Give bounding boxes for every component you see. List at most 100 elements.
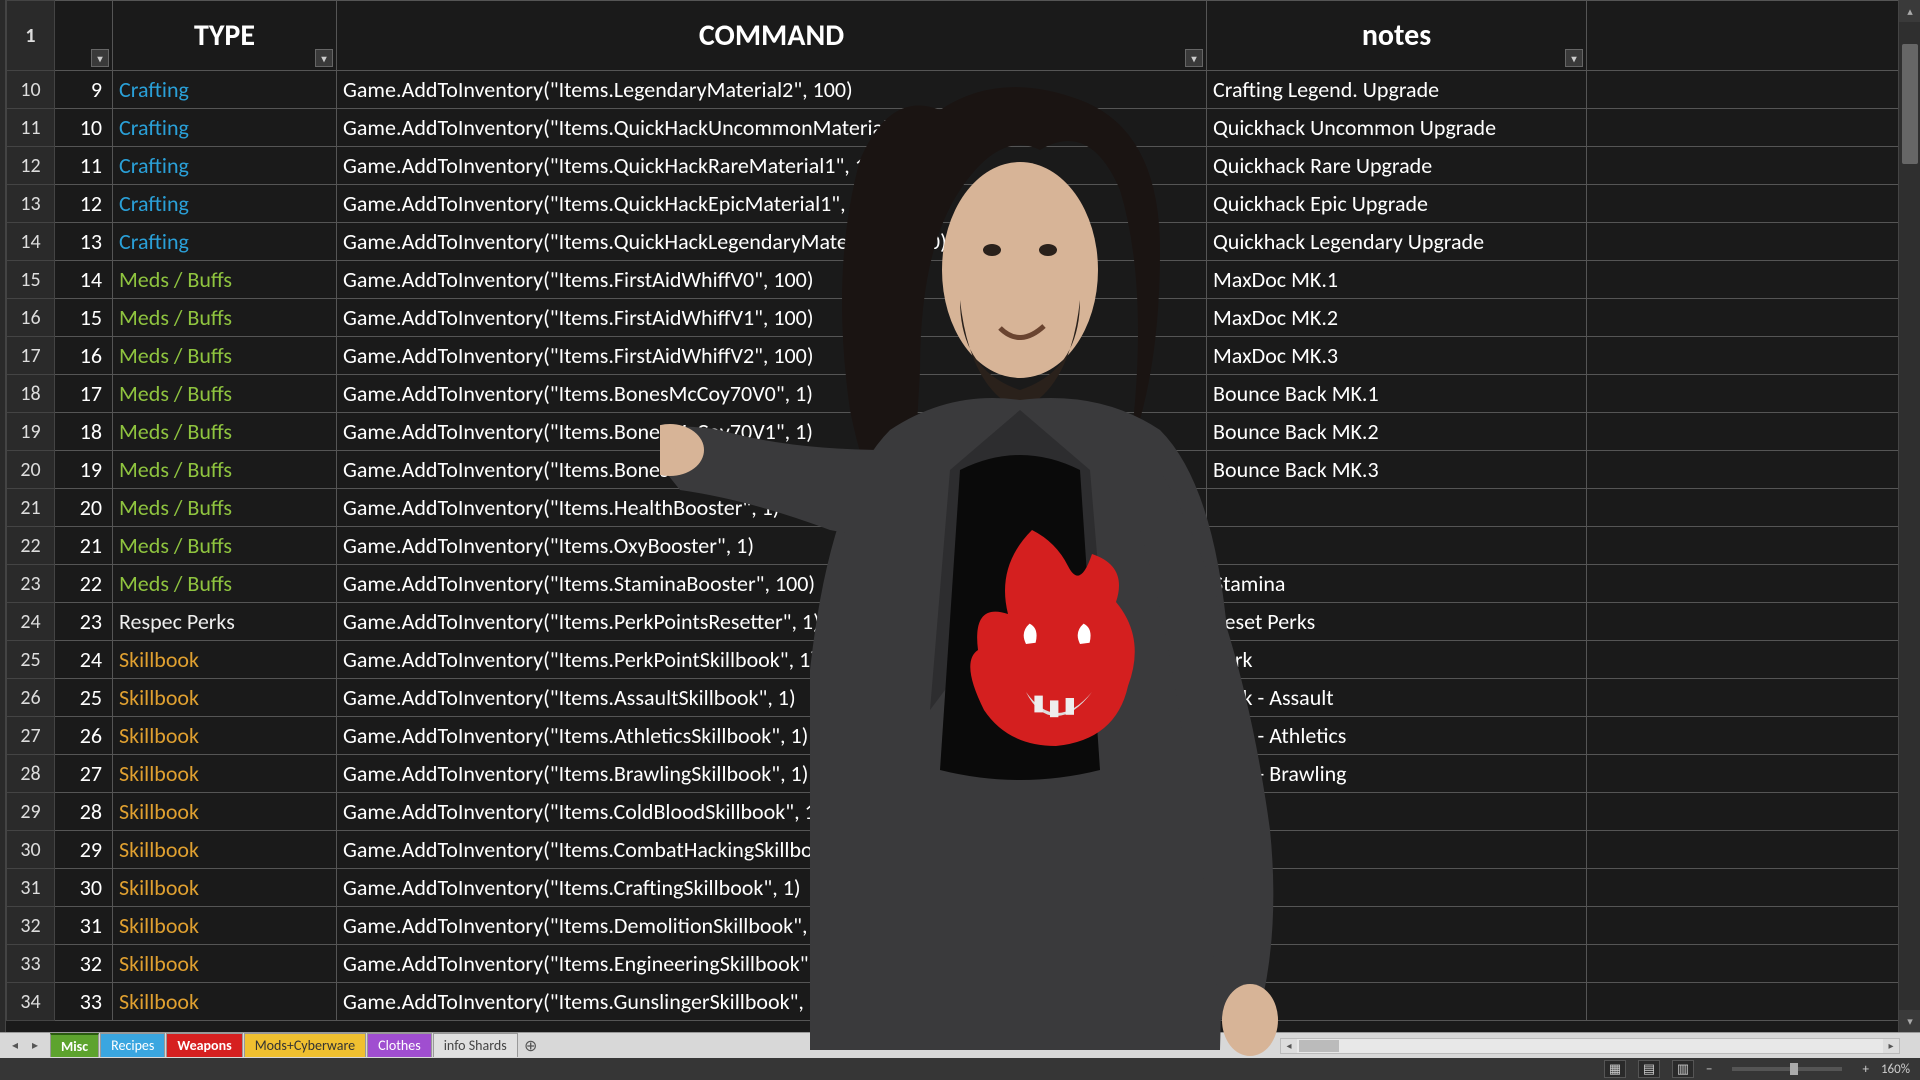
cell-index[interactable]: 12 — [55, 185, 113, 223]
cell-notes[interactable]: Perk - Brawling — [1207, 755, 1587, 793]
cell-notes[interactable]: Bounce Back MK.1 — [1207, 375, 1587, 413]
cell-type[interactable]: Skillbook — [113, 869, 337, 907]
cell-extra[interactable] — [1587, 717, 1920, 755]
tab-clothes[interactable]: Clothes — [367, 1033, 432, 1057]
cell-command[interactable]: Game.AddToInventory("Items.BrawlingSkill… — [337, 755, 1207, 793]
horizontal-scrollbar[interactable]: ◂ ▸ — [1280, 1038, 1900, 1054]
row-header[interactable]: 28 — [7, 755, 55, 793]
cell-notes[interactable]: Perk — [1207, 793, 1587, 831]
tab-nav-first-icon[interactable]: ◂ — [6, 1037, 24, 1055]
cell-command[interactable]: Game.AddToInventory("Items.HealthBooster… — [337, 489, 1207, 527]
cell-command[interactable]: Game.AddToInventory("Items.CombatHacking… — [337, 831, 1207, 869]
cell-extra[interactable] — [1587, 641, 1920, 679]
cell-extra[interactable] — [1587, 831, 1920, 869]
cell-type[interactable]: Skillbook — [113, 983, 337, 1021]
cell-type[interactable]: Meds / Buffs — [113, 375, 337, 413]
cell-type[interactable]: Crafting — [113, 71, 337, 109]
view-page-break-icon[interactable]: ▥ — [1672, 1060, 1694, 1078]
hscroll-right-icon[interactable]: ▸ — [1883, 1039, 1899, 1053]
cell-index[interactable]: 11 — [55, 147, 113, 185]
cell-command[interactable]: Game.AddToInventory("Items.StaminaBooste… — [337, 565, 1207, 603]
cell-extra[interactable] — [1587, 451, 1920, 489]
cell-type[interactable]: Skillbook — [113, 945, 337, 983]
row-header[interactable]: 30 — [7, 831, 55, 869]
row-header[interactable]: 15 — [7, 261, 55, 299]
hscroll-thumb[interactable] — [1299, 1040, 1339, 1052]
row-header[interactable]: 12 — [7, 147, 55, 185]
tab-misc[interactable]: Misc — [50, 1033, 99, 1057]
cell-notes[interactable]: Quickhack Epic Upgrade — [1207, 185, 1587, 223]
scroll-up-icon[interactable]: ▴ — [1899, 0, 1920, 22]
cell-type[interactable]: Meds / Buffs — [113, 527, 337, 565]
row-header[interactable]: 32 — [7, 907, 55, 945]
cell-type[interactable]: Crafting — [113, 147, 337, 185]
view-page-layout-icon[interactable]: ▤ — [1638, 1060, 1660, 1078]
cell-notes[interactable]: Perk - Assault — [1207, 679, 1587, 717]
cell-index[interactable]: 28 — [55, 793, 113, 831]
cell-type[interactable]: Crafting — [113, 109, 337, 147]
cell-extra[interactable] — [1587, 565, 1920, 603]
cell-command[interactable]: Game.AddToInventory("Items.FirstAidWhiff… — [337, 261, 1207, 299]
cell-command[interactable]: Game.AddToInventory("Items.BonesMcCoy70V… — [337, 451, 1207, 489]
cell-type[interactable]: Skillbook — [113, 641, 337, 679]
vertical-scrollbar[interactable]: ▴ ▾ — [1898, 0, 1920, 1032]
row-header[interactable]: 19 — [7, 413, 55, 451]
cell-extra[interactable] — [1587, 945, 1920, 983]
cell-notes[interactable]: Perk — [1207, 945, 1587, 983]
zoom-slider[interactable] — [1732, 1067, 1842, 1071]
cell-notes[interactable]: Crafting Legend. Upgrade — [1207, 71, 1587, 109]
cell-extra[interactable] — [1587, 147, 1920, 185]
cell-type[interactable]: Crafting — [113, 185, 337, 223]
cell-command[interactable]: Game.AddToInventory("Items.CraftingSkill… — [337, 869, 1207, 907]
cell-notes[interactable]: Perk - Athletics — [1207, 717, 1587, 755]
cell-command[interactable]: Game.AddToInventory("Items.FirstAidWhiff… — [337, 299, 1207, 337]
zoom-in-icon[interactable]: + — [1862, 1062, 1868, 1077]
cell-extra[interactable] — [1587, 337, 1920, 375]
cell-extra[interactable] — [1587, 71, 1920, 109]
cell-notes[interactable] — [1207, 489, 1587, 527]
cell-command[interactable]: Game.AddToInventory("Items.AssaultSkillb… — [337, 679, 1207, 717]
row-header[interactable]: 34 — [7, 983, 55, 1021]
scroll-thumb[interactable] — [1902, 44, 1918, 164]
cell-index[interactable]: 17 — [55, 375, 113, 413]
col-header-command[interactable]: COMMAND ▾ — [337, 1, 1207, 71]
cell-index[interactable]: 10 — [55, 109, 113, 147]
cell-index[interactable]: 29 — [55, 831, 113, 869]
row-header[interactable]: 24 — [7, 603, 55, 641]
add-sheet-icon[interactable]: ⊕ — [519, 1033, 543, 1058]
cell-index[interactable]: 26 — [55, 717, 113, 755]
tab-weapons[interactable]: Weapons — [166, 1033, 242, 1057]
cell-index[interactable]: 9 — [55, 71, 113, 109]
cell-notes[interactable]: Reset Perks — [1207, 603, 1587, 641]
row-header[interactable]: 27 — [7, 717, 55, 755]
cell-type[interactable]: Skillbook — [113, 907, 337, 945]
cell-type[interactable]: Skillbook — [113, 831, 337, 869]
row-header[interactable]: 29 — [7, 793, 55, 831]
cell-command[interactable]: Game.AddToInventory("Items.QuickHackRare… — [337, 147, 1207, 185]
cell-command[interactable]: Game.AddToInventory("Items.BonesMcCoy70V… — [337, 413, 1207, 451]
cell-extra[interactable] — [1587, 375, 1920, 413]
cell-type[interactable]: Meds / Buffs — [113, 261, 337, 299]
cell-extra[interactable] — [1587, 983, 1920, 1021]
cell-notes[interactable]: Perk — [1207, 641, 1587, 679]
row-header[interactable]: 21 — [7, 489, 55, 527]
cell-type[interactable]: Respec Perks — [113, 603, 337, 641]
cell-extra[interactable] — [1587, 489, 1920, 527]
cell-index[interactable]: 33 — [55, 983, 113, 1021]
tab-mods[interactable]: Mods+Cyberware — [244, 1033, 366, 1057]
row-header[interactable]: 11 — [7, 109, 55, 147]
cell-notes[interactable]: Bounce Back MK.3 — [1207, 451, 1587, 489]
cell-type[interactable]: Meds / Buffs — [113, 451, 337, 489]
cell-notes[interactable]: Perk — [1207, 983, 1587, 1021]
row-header[interactable]: 17 — [7, 337, 55, 375]
row-header[interactable]: 26 — [7, 679, 55, 717]
cell-command[interactable]: Game.AddToInventory("Items.BonesMcCoy70V… — [337, 375, 1207, 413]
cell-notes[interactable]: MaxDoc MK.1 — [1207, 261, 1587, 299]
cell-type[interactable]: Skillbook — [113, 679, 337, 717]
row-header[interactable]: 22 — [7, 527, 55, 565]
cell-type[interactable]: Meds / Buffs — [113, 337, 337, 375]
row-header[interactable]: 14 — [7, 223, 55, 261]
cell-index[interactable]: 30 — [55, 869, 113, 907]
cell-type[interactable]: Skillbook — [113, 793, 337, 831]
cell-extra[interactable] — [1587, 603, 1920, 641]
